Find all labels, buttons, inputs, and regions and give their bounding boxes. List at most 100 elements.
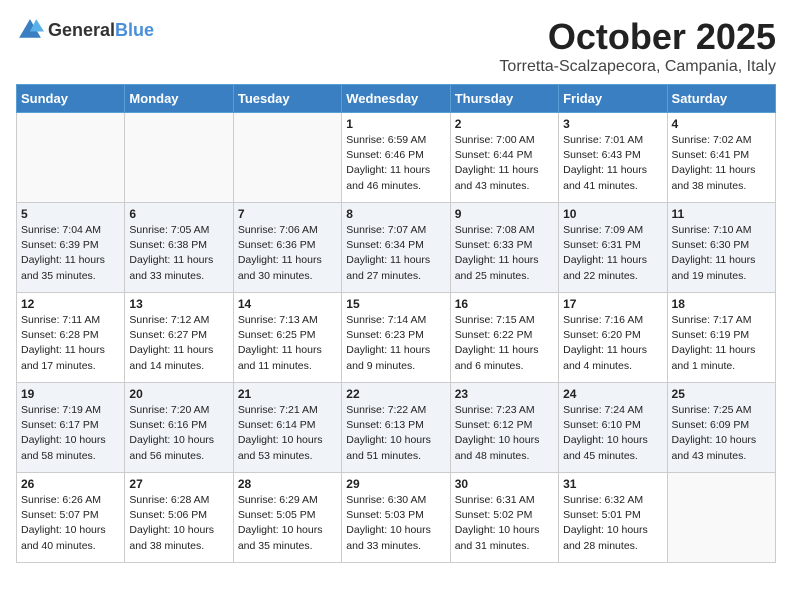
day-info: Sunrise: 6:28 AM Sunset: 5:06 PM Dayligh…	[129, 493, 228, 554]
day-of-week-header: Monday	[125, 85, 233, 113]
calendar-cell: 7 Sunrise: 7:06 AM Sunset: 6:36 PM Daylig…	[233, 203, 341, 293]
day-info: Sunrise: 7:01 AM Sunset: 6:43 PM Dayligh…	[563, 133, 662, 194]
day-info: Sunrise: 7:16 AM Sunset: 6:20 PM Dayligh…	[563, 313, 662, 374]
day-info: Sunrise: 6:30 AM Sunset: 5:03 PM Dayligh…	[346, 493, 445, 554]
calendar-cell	[17, 113, 125, 203]
day-number: 15	[346, 297, 445, 311]
day-number: 6	[129, 207, 228, 221]
day-info: Sunrise: 7:10 AM Sunset: 6:30 PM Dayligh…	[672, 223, 771, 284]
day-info: Sunrise: 6:26 AM Sunset: 5:07 PM Dayligh…	[21, 493, 120, 554]
day-of-week-header: Sunday	[17, 85, 125, 113]
day-of-week-header: Wednesday	[342, 85, 450, 113]
calendar-cell	[667, 473, 775, 563]
day-number: 8	[346, 207, 445, 221]
day-number: 16	[455, 297, 554, 311]
calendar-cell: 25 Sunrise: 7:25 AM Sunset: 6:09 PM Dayli…	[667, 383, 775, 473]
calendar-cell: 20 Sunrise: 7:20 AM Sunset: 6:16 PM Dayli…	[125, 383, 233, 473]
day-info: Sunrise: 7:20 AM Sunset: 6:16 PM Dayligh…	[129, 403, 228, 464]
calendar-cell	[233, 113, 341, 203]
day-number: 2	[455, 117, 554, 131]
calendar-cell: 23 Sunrise: 7:23 AM Sunset: 6:12 PM Dayli…	[450, 383, 558, 473]
day-info: Sunrise: 7:13 AM Sunset: 6:25 PM Dayligh…	[238, 313, 337, 374]
day-info: Sunrise: 7:06 AM Sunset: 6:36 PM Dayligh…	[238, 223, 337, 284]
day-info: Sunrise: 7:23 AM Sunset: 6:12 PM Dayligh…	[455, 403, 554, 464]
day-info: Sunrise: 6:31 AM Sunset: 5:02 PM Dayligh…	[455, 493, 554, 554]
calendar-header-row: SundayMondayTuesdayWednesdayThursdayFrid…	[17, 85, 776, 113]
day-number: 28	[238, 477, 337, 491]
calendar-cell: 9Sunrise: 7:08 AM Sunset: 6:33 PM Daylig…	[450, 203, 558, 293]
day-number: 9	[455, 207, 554, 221]
day-number: 24	[563, 387, 662, 401]
day-info: Sunrise: 7:04 AM Sunset: 6:39 PM Dayligh…	[21, 223, 120, 284]
day-number: 31	[563, 477, 662, 491]
day-info: Sunrise: 7:19 AM Sunset: 6:17 PM Dayligh…	[21, 403, 120, 464]
calendar-cell: 6 Sunrise: 7:05 AM Sunset: 6:38 PM Daylig…	[125, 203, 233, 293]
calendar-cell: 27Sunrise: 6:28 AM Sunset: 5:06 PM Dayli…	[125, 473, 233, 563]
day-number: 29	[346, 477, 445, 491]
day-info: Sunrise: 7:14 AM Sunset: 6:23 PM Dayligh…	[346, 313, 445, 374]
day-number: 20	[129, 387, 228, 401]
day-info: Sunrise: 7:11 AM Sunset: 6:28 PM Dayligh…	[21, 313, 120, 374]
calendar-week-row: 19 Sunrise: 7:19 AM Sunset: 6:17 PM Dayli…	[17, 383, 776, 473]
calendar-cell: 13Sunrise: 7:12 AM Sunset: 6:27 PM Dayli…	[125, 293, 233, 383]
day-info: Sunrise: 7:24 AM Sunset: 6:10 PM Dayligh…	[563, 403, 662, 464]
page-header: GeneralBlue October 2025 Torretta-Scalza…	[16, 16, 776, 76]
calendar-cell: 21 Sunrise: 7:21 AM Sunset: 6:14 PM Dayli…	[233, 383, 341, 473]
day-number: 11	[672, 207, 771, 221]
calendar-cell: 15 Sunrise: 7:14 AM Sunset: 6:23 PM Dayli…	[342, 293, 450, 383]
day-of-week-header: Thursday	[450, 85, 558, 113]
location-title: Torretta-Scalzapecora, Campania, Italy	[499, 58, 776, 76]
day-number: 12	[21, 297, 120, 311]
day-number: 10	[563, 207, 662, 221]
calendar-cell: 2 Sunrise: 7:00 AM Sunset: 6:44 PM Daylig…	[450, 113, 558, 203]
day-number: 23	[455, 387, 554, 401]
day-number: 14	[238, 297, 337, 311]
calendar-cell: 5 Sunrise: 7:04 AM Sunset: 6:39 PM Daylig…	[17, 203, 125, 293]
calendar-cell: 17 Sunrise: 7:16 AM Sunset: 6:20 PM Dayli…	[559, 293, 667, 383]
day-number: 25	[672, 387, 771, 401]
calendar-cell: 11 Sunrise: 7:10 AM Sunset: 6:30 PM Dayli…	[667, 203, 775, 293]
calendar-cell: 4Sunrise: 7:02 AM Sunset: 6:41 PM Daylig…	[667, 113, 775, 203]
day-info: Sunrise: 7:09 AM Sunset: 6:31 PM Dayligh…	[563, 223, 662, 284]
calendar-cell: 8 Sunrise: 7:07 AM Sunset: 6:34 PM Daylig…	[342, 203, 450, 293]
day-number: 17	[563, 297, 662, 311]
day-number: 3	[563, 117, 662, 131]
day-number: 21	[238, 387, 337, 401]
calendar-body: 1 Sunrise: 6:59 AM Sunset: 6:46 PM Daylig…	[17, 113, 776, 563]
calendar-cell: 19 Sunrise: 7:19 AM Sunset: 6:17 PM Dayli…	[17, 383, 125, 473]
day-info: Sunrise: 7:25 AM Sunset: 6:09 PM Dayligh…	[672, 403, 771, 464]
day-of-week-header: Friday	[559, 85, 667, 113]
day-number: 13	[129, 297, 228, 311]
day-info: Sunrise: 6:59 AM Sunset: 6:46 PM Dayligh…	[346, 133, 445, 194]
day-number: 19	[21, 387, 120, 401]
calendar-cell: 14 Sunrise: 7:13 AM Sunset: 6:25 PM Dayli…	[233, 293, 341, 383]
day-info: Sunrise: 7:07 AM Sunset: 6:34 PM Dayligh…	[346, 223, 445, 284]
day-number: 26	[21, 477, 120, 491]
day-number: 30	[455, 477, 554, 491]
day-number: 7	[238, 207, 337, 221]
day-info: Sunrise: 7:22 AM Sunset: 6:13 PM Dayligh…	[346, 403, 445, 464]
day-number: 5	[21, 207, 120, 221]
calendar-week-row: 26 Sunrise: 6:26 AM Sunset: 5:07 PM Dayli…	[17, 473, 776, 563]
day-number: 1	[346, 117, 445, 131]
day-of-week-header: Saturday	[667, 85, 775, 113]
logo-text-blue: Blue	[115, 20, 154, 40]
calendar-cell: 26 Sunrise: 6:26 AM Sunset: 5:07 PM Dayli…	[17, 473, 125, 563]
calendar-cell: 24 Sunrise: 7:24 AM Sunset: 6:10 PM Dayli…	[559, 383, 667, 473]
calendar-cell: 22Sunrise: 7:22 AM Sunset: 6:13 PM Dayli…	[342, 383, 450, 473]
day-number: 4	[672, 117, 771, 131]
day-info: Sunrise: 7:15 AM Sunset: 6:22 PM Dayligh…	[455, 313, 554, 374]
day-info: Sunrise: 7:00 AM Sunset: 6:44 PM Dayligh…	[455, 133, 554, 194]
calendar-week-row: 12 Sunrise: 7:11 AM Sunset: 6:28 PM Dayli…	[17, 293, 776, 383]
day-number: 18	[672, 297, 771, 311]
calendar-cell: 31 Sunrise: 6:32 AM Sunset: 5:01 PM Dayli…	[559, 473, 667, 563]
calendar-cell: 1 Sunrise: 6:59 AM Sunset: 6:46 PM Daylig…	[342, 113, 450, 203]
day-info: Sunrise: 6:32 AM Sunset: 5:01 PM Dayligh…	[563, 493, 662, 554]
day-info: Sunrise: 7:21 AM Sunset: 6:14 PM Dayligh…	[238, 403, 337, 464]
day-info: Sunrise: 6:29 AM Sunset: 5:05 PM Dayligh…	[238, 493, 337, 554]
day-info: Sunrise: 7:05 AM Sunset: 6:38 PM Dayligh…	[129, 223, 228, 284]
calendar-cell	[125, 113, 233, 203]
day-of-week-header: Tuesday	[233, 85, 341, 113]
logo-text-general: General	[48, 20, 115, 40]
calendar-week-row: 5 Sunrise: 7:04 AM Sunset: 6:39 PM Daylig…	[17, 203, 776, 293]
